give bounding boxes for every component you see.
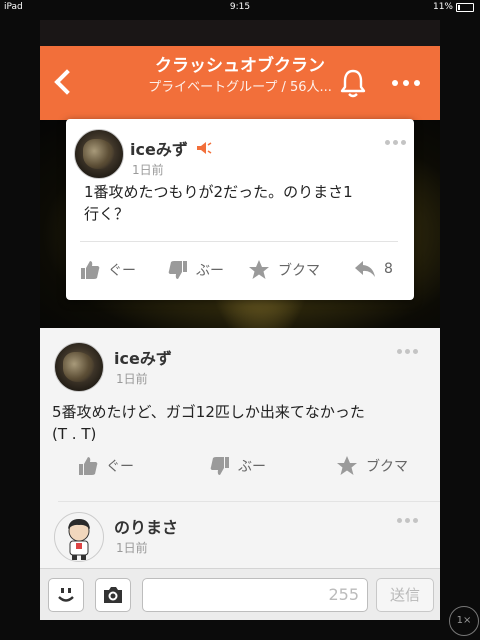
post-text-line: 行く？ [84,205,130,223]
send-button[interactable]: 送信 [376,578,434,612]
camera-button[interactable] [95,578,131,612]
post-card[interactable]: iceみず 1日前 5番攻めたけど、ガゴ12匹しか出来てなかった (T . T)… [40,328,440,502]
avatar[interactable] [54,512,104,562]
more-menu-button[interactable] [386,66,426,100]
app-window: クラッシュオブクラン プライベートグループ / 56人... iceみず 1日前… [40,20,440,620]
status-bar: iPad 9:15 11% [0,0,480,14]
notification-bell-icon[interactable] [336,66,370,100]
like-button[interactable]: ぐー [78,456,134,476]
compose-bar: 255 送信 [40,568,440,620]
group-header: クラッシュオブクラン プライベートグループ / 56人... [40,46,440,120]
megaphone-icon [197,142,212,154]
dislike-button[interactable]: ぶー [168,260,224,280]
battery-icon [456,2,474,12]
post-options-button[interactable] [397,349,418,354]
camera-icon [104,587,122,603]
dislike-label: ぶー [196,263,224,279]
message-input[interactable]: 255 [142,578,368,612]
post-time: 1日前 [116,541,148,555]
post-text-line: 5番攻めたけど、ガゴ12匹しか出来てなかった [52,403,365,421]
thumbs-down-icon [210,457,229,475]
clock: 9:15 [229,2,251,12]
bookmark-button[interactable]: ブクマ [248,260,320,280]
like-label: ぐー [106,459,134,475]
like-button[interactable]: ぐー [80,260,136,280]
post-card[interactable]: のりまさ 1日前 [40,502,440,568]
bookmark-label: ブクマ [366,459,408,475]
post-options-button[interactable] [397,518,418,523]
avatar[interactable] [54,342,104,392]
like-label: ぐー [108,263,136,279]
back-button[interactable] [46,62,82,102]
dislike-button[interactable]: ぶー [210,456,266,476]
smiley-icon [58,588,74,602]
avatar[interactable] [74,129,124,179]
post-text: 5番攻めたけど、ガゴ12匹しか出来てなかった (T . T) [52,401,365,445]
post-options-button[interactable] [385,140,406,145]
top-band [40,20,440,46]
char-count: 255 [328,585,359,604]
post-author[interactable]: のりまさ [114,514,178,538]
divider [80,241,398,242]
bookmark-label: ブクマ [278,263,320,279]
thumbs-up-icon [81,261,100,279]
reply-icon [355,261,375,277]
post-author[interactable]: iceみず [114,345,172,369]
reply-button[interactable]: 8 [354,260,393,278]
star-icon [337,456,357,475]
floating-post-card[interactable]: iceみず 1日前 1番攻めたつもりが2だった。のりまさ1 行く？ ぐー ぶー … [66,119,414,300]
post-time: 1日前 [132,163,164,177]
reply-count: 8 [384,261,393,277]
post-text: 1番攻めたつもりが2だった。のりまさ1 行く？ [84,181,353,225]
post-text-line: 1番攻めたつもりが2だった。のりまさ1 [84,183,353,201]
battery-indicator: 11% [433,0,474,14]
dislike-label: ぶー [238,459,266,475]
thumbs-up-icon [79,457,98,475]
battery-percent: 11% [432,2,453,12]
star-icon [249,260,269,279]
sticker-button[interactable] [48,578,84,612]
bookmark-button[interactable]: ブクマ [336,456,408,476]
post-text-line: (T . T) [52,425,97,443]
thumbs-down-icon [168,261,187,279]
zoom-button[interactable]: 1× [449,606,479,636]
character-avatar-icon [68,519,90,560]
post-author[interactable]: iceみず [130,136,188,160]
post-time: 1日前 [116,372,148,386]
